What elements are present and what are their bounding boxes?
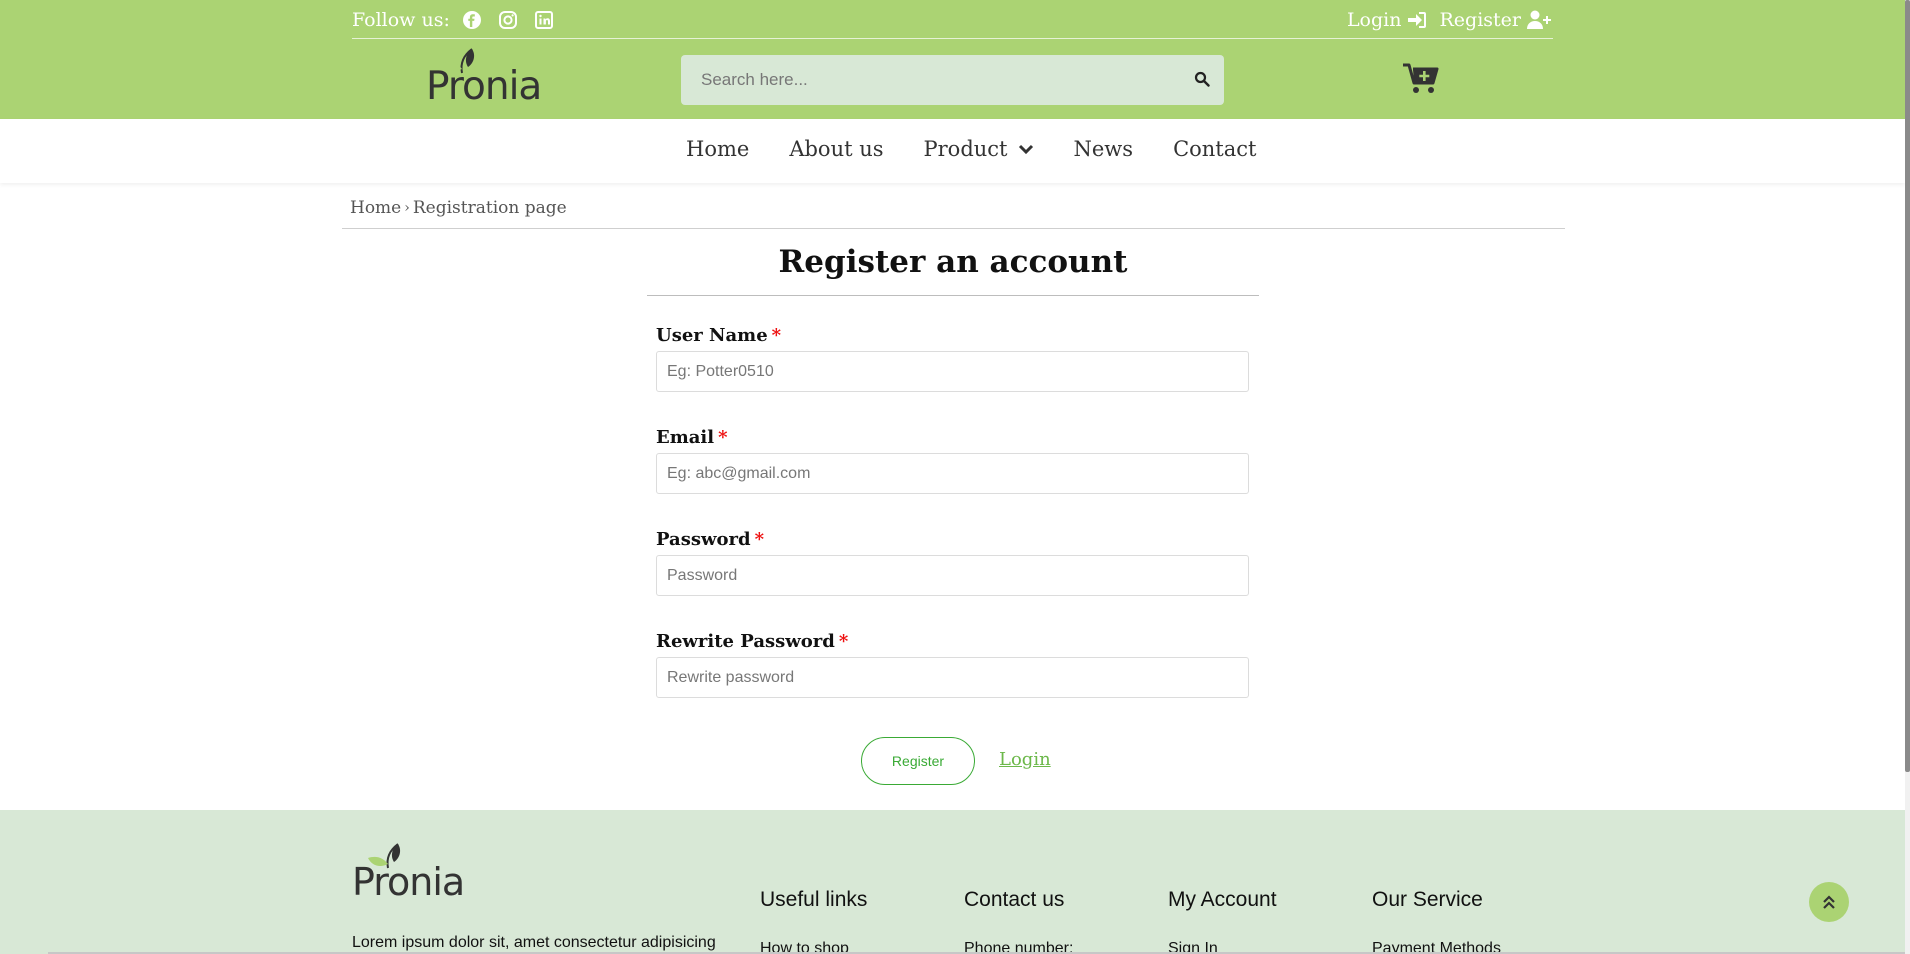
footer-logo[interactable]: Pronia bbox=[352, 842, 466, 904]
required-mark: * bbox=[718, 427, 728, 448]
rewrite-password-label: Rewrite Password * bbox=[656, 631, 1249, 657]
footer-column-title: My Account bbox=[1168, 888, 1277, 911]
field-label-text: User Name bbox=[656, 325, 768, 346]
password-label: Password * bbox=[656, 529, 1249, 555]
logo-text: Pronia bbox=[426, 64, 542, 109]
username-label: User Name * bbox=[656, 325, 1249, 351]
nav-label: Home bbox=[686, 137, 750, 161]
nav-label: About us bbox=[789, 137, 884, 161]
register-button[interactable]: Register bbox=[861, 737, 975, 785]
breadcrumb-home[interactable]: Home bbox=[350, 198, 401, 218]
footer: Pronia Lorem ipsum dolor sit, amet conse… bbox=[0, 810, 1905, 954]
rewrite-password-field: Rewrite Password * bbox=[656, 631, 1249, 698]
nav-item-news[interactable]: News bbox=[1074, 137, 1134, 161]
footer-column-title: Our Service bbox=[1372, 888, 1483, 911]
nav-label: Product bbox=[923, 137, 1008, 161]
chevron-down-icon bbox=[1018, 144, 1033, 154]
footer-column-our-service: Our Service Payment Methods bbox=[1372, 888, 1501, 954]
footer-logo-text: Pronia bbox=[352, 860, 465, 904]
linkedin-icon[interactable] bbox=[534, 10, 554, 30]
nav-item-contact[interactable]: Contact bbox=[1173, 137, 1256, 161]
email-label: Email * bbox=[656, 427, 1249, 453]
breadcrumb-current: Registration page bbox=[412, 198, 567, 218]
auth-links: Login Register bbox=[1335, 9, 1553, 31]
username-field: User Name * bbox=[656, 325, 1249, 392]
follow-label: Follow us: bbox=[352, 9, 450, 31]
instagram-icon[interactable] bbox=[498, 10, 518, 30]
required-mark: * bbox=[771, 325, 782, 346]
breadcrumb: Home › Registration page bbox=[350, 198, 567, 218]
login-label: Login bbox=[1346, 9, 1402, 31]
user-plus-icon bbox=[1527, 10, 1551, 29]
cart-icon[interactable] bbox=[1403, 63, 1439, 95]
register-label: Register bbox=[1439, 9, 1521, 31]
facebook-icon[interactable] bbox=[462, 10, 482, 30]
scrollbar-thumb[interactable] bbox=[1905, 0, 1910, 772]
field-label-text: Email bbox=[656, 427, 715, 448]
chevron-right-icon: › bbox=[404, 200, 410, 216]
double-chevron-up-icon bbox=[1823, 895, 1835, 909]
register-link[interactable]: Register bbox=[1439, 9, 1553, 31]
required-mark: * bbox=[838, 631, 849, 652]
nav-label: News bbox=[1073, 137, 1134, 161]
nav-item-about[interactable]: About us bbox=[789, 137, 883, 161]
footer-about-text: Lorem ipsum dolor sit, amet consectetur … bbox=[352, 934, 716, 951]
login-page-link[interactable]: Login bbox=[999, 749, 1051, 770]
search-input[interactable] bbox=[681, 55, 1171, 105]
email-field: Email * bbox=[656, 427, 1249, 494]
main-nav: Home About us Product News Contact bbox=[0, 119, 1905, 183]
site-logo[interactable]: Pronia bbox=[426, 47, 542, 109]
footer-column-contact: Contact us Phone number: bbox=[964, 888, 1073, 954]
footer-column-my-account: My Account Sign In bbox=[1168, 888, 1277, 954]
footer-column-useful-links: Useful links How to shop bbox=[760, 888, 867, 954]
footer-column-title: Contact us bbox=[964, 888, 1065, 911]
username-input[interactable] bbox=[656, 351, 1249, 392]
nav-label: Contact bbox=[1173, 137, 1257, 161]
login-link[interactable]: Login bbox=[1347, 9, 1428, 31]
top-header: Follow us: Login Register Pronia Search … bbox=[0, 0, 1905, 119]
sign-in-icon bbox=[1408, 12, 1427, 28]
field-label-text: Password bbox=[656, 529, 751, 550]
rewrite-password-input[interactable] bbox=[656, 657, 1249, 698]
email-input[interactable] bbox=[656, 453, 1249, 494]
password-input[interactable] bbox=[656, 555, 1249, 596]
title-divider bbox=[647, 295, 1259, 296]
page-title: Register an account bbox=[778, 244, 1128, 280]
top-strip: Follow us: Login Register bbox=[352, 0, 1553, 39]
breadcrumb-divider bbox=[342, 228, 1565, 229]
required-mark: * bbox=[754, 529, 764, 550]
nav-item-product[interactable]: Product bbox=[924, 137, 1034, 161]
password-field: Password * bbox=[656, 529, 1249, 596]
search-icon[interactable] bbox=[1194, 71, 1212, 89]
nav-item-home[interactable]: Home bbox=[686, 137, 749, 161]
follow-us: Follow us: bbox=[352, 9, 554, 31]
search-box bbox=[681, 55, 1224, 105]
field-label-text: Rewrite Password bbox=[656, 631, 835, 652]
footer-column-title: Useful links bbox=[760, 888, 868, 911]
back-to-top-button[interactable] bbox=[1809, 882, 1849, 922]
